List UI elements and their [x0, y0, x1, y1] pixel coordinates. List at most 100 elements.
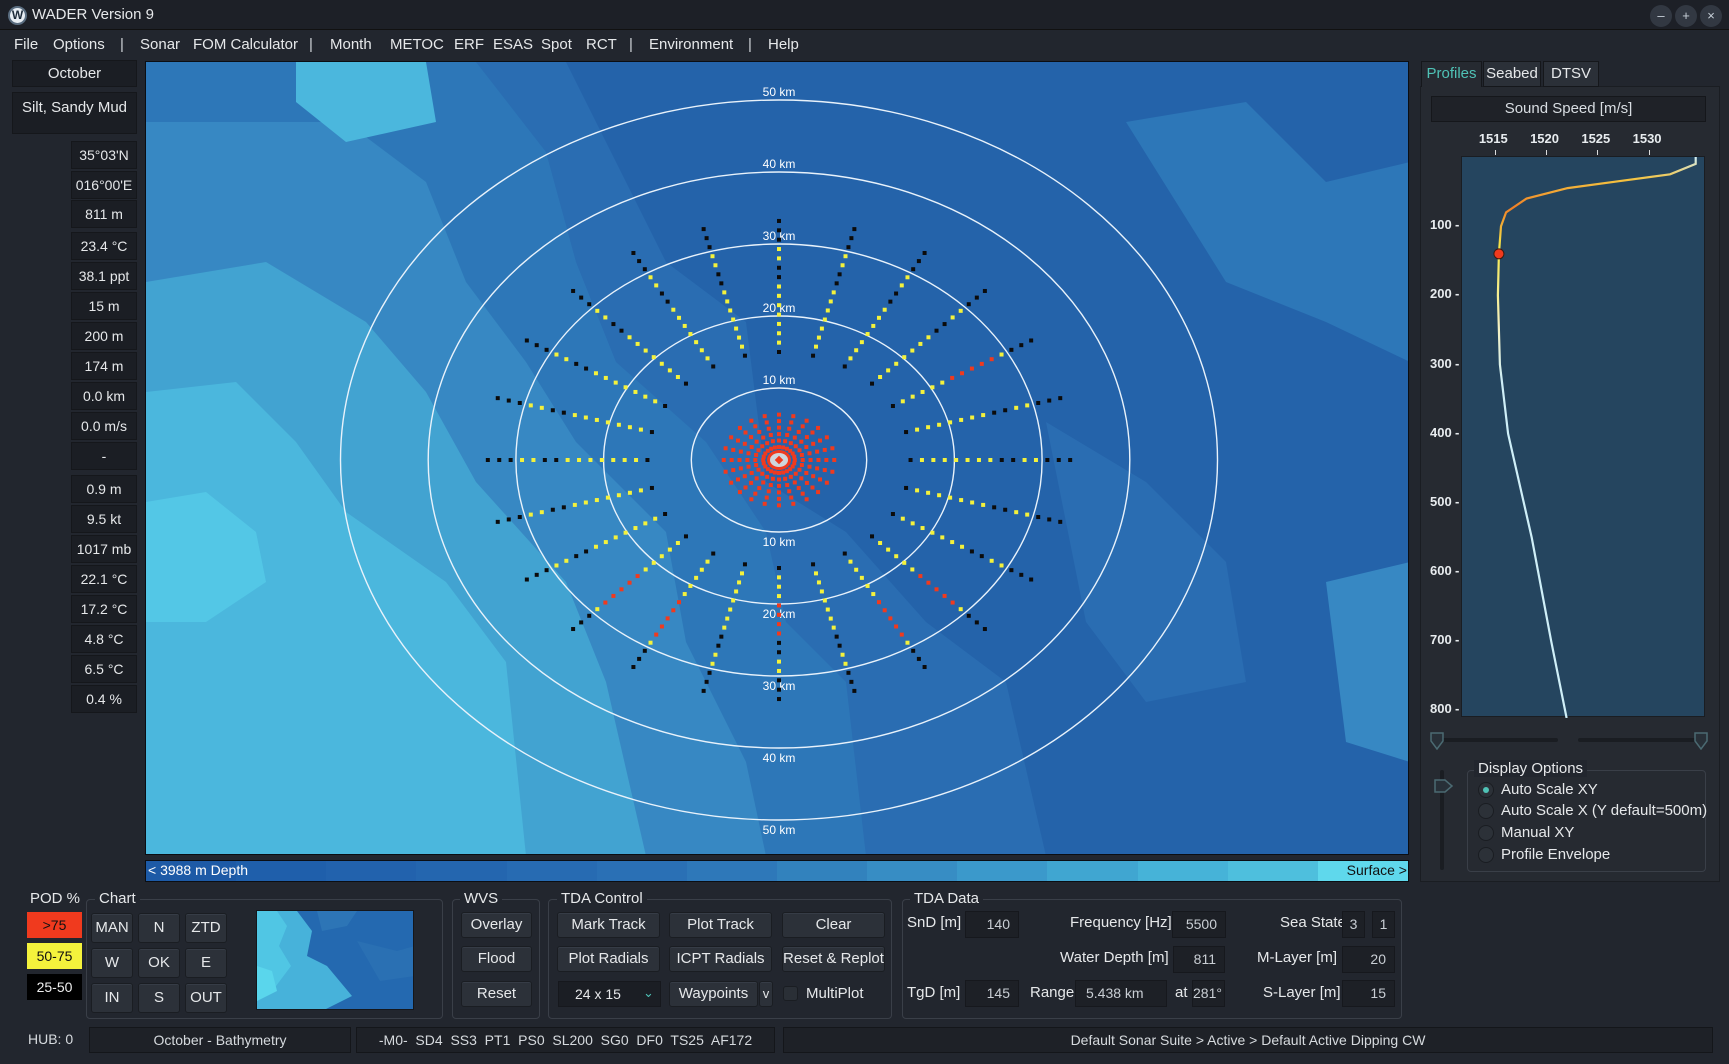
tactical-map[interactable]: 10 km 10 km 20 km 20 km 30 km 30 km 40 km 40 km… [145, 61, 1409, 855]
radial-point [966, 302, 971, 307]
menu-environment[interactable]: Environment [649, 36, 733, 53]
chart-nav-button-ztd[interactable]: ZTD [185, 913, 227, 943]
waypoints-menu-button[interactable]: v [759, 981, 773, 1007]
chart-nav-button-man[interactable]: MAN [91, 913, 133, 943]
param-value: 200 m [71, 322, 137, 350]
flood-button[interactable]: Flood [461, 946, 532, 972]
radial-point [828, 299, 833, 304]
menu-rct[interactable]: RCT [586, 36, 617, 53]
snd-field[interactable]: 140 [965, 911, 1019, 938]
minimize-button[interactable]: – [1650, 5, 1672, 27]
radial-point [772, 470, 777, 475]
menu-metoc[interactable]: METOC [390, 36, 444, 53]
icpt-radials-button[interactable]: ICPT Radials [669, 946, 772, 972]
menu-sonar[interactable]: Sonar [140, 36, 180, 53]
radial-point [764, 420, 769, 425]
tab-profiles[interactable]: Profiles [1421, 61, 1482, 87]
x-max-slider-handle[interactable] [1693, 732, 1709, 750]
radial-point [649, 430, 654, 435]
y-tick-mark: - [1455, 493, 1460, 509]
menu-spot[interactable]: Spot [541, 36, 572, 53]
plot-track-button[interactable]: Plot Track [669, 912, 772, 938]
mark-track-button[interactable]: Mark Track [557, 912, 660, 938]
menu-file[interactable]: File [14, 36, 38, 53]
menu-month[interactable]: Month [330, 36, 372, 53]
frequency-field[interactable]: 5500 [1172, 911, 1226, 938]
radial-point [1025, 403, 1030, 408]
radial-point [1011, 458, 1016, 462]
radio-auto-scale-xy[interactable] [1478, 782, 1494, 798]
radial-point [762, 414, 767, 419]
chart-nav-button-out[interactable]: OUT [185, 983, 227, 1013]
radial-point [777, 483, 781, 488]
chart-nav-button-in[interactable]: IN [91, 983, 133, 1013]
overlay-button[interactable]: Overlay [461, 912, 532, 938]
s-layer-field[interactable]: 15 [1342, 980, 1395, 1007]
tab-dtsv[interactable]: DTSV [1543, 61, 1599, 87]
plot-radials-button[interactable]: Plot Radials [557, 946, 660, 972]
radial-point [688, 583, 693, 588]
minimap-canvas [257, 911, 413, 1009]
waypoints-button[interactable]: Waypoints [669, 981, 758, 1007]
radial-point [544, 347, 549, 352]
radial-grid-select[interactable]: 24 x 15 ⌄ [558, 981, 661, 1007]
radial-point [777, 594, 781, 599]
radial-point [865, 583, 870, 588]
radial-point [554, 563, 559, 568]
radial-point [979, 554, 984, 559]
clear-button[interactable]: Clear [782, 912, 885, 938]
radial-point [671, 608, 676, 613]
m-layer-field[interactable]: 20 [1342, 946, 1395, 973]
sound-speed-title: Sound Speed [m/s] [1431, 96, 1706, 122]
sound-speed-plot[interactable] [1461, 156, 1705, 718]
multiplot-checkbox[interactable] [783, 986, 798, 1001]
wvs-reset-button[interactable]: Reset [461, 981, 532, 1007]
y-slider-handle[interactable] [1434, 778, 1454, 794]
radial-point [777, 412, 781, 417]
sea-state-field-a[interactable]: 3 [1342, 911, 1365, 938]
radial-point [561, 410, 566, 415]
x-min-slider-handle[interactable] [1429, 732, 1445, 750]
menu-esas[interactable]: ESAS [493, 36, 533, 53]
menu-help[interactable]: Help [768, 36, 799, 53]
x-min-slider-track[interactable] [1438, 738, 1558, 742]
chart-nav-button-ok[interactable]: OK [138, 948, 180, 978]
chart-nav-button-n[interactable]: N [138, 913, 180, 943]
radial-point [854, 348, 859, 353]
radial-point [926, 580, 931, 585]
chart-nav-button-e[interactable]: E [185, 948, 227, 978]
map-canvas[interactable]: 10 km10 km20 km20 km30 km30 km40 km40 km… [146, 62, 1409, 855]
radio-manual-xy[interactable] [1478, 825, 1494, 841]
radial-point [642, 267, 647, 272]
radial-point [902, 560, 907, 565]
x-max-slider-track[interactable] [1578, 738, 1706, 742]
radial-point [623, 385, 628, 390]
title-bar [0, 0, 1729, 30]
close-button[interactable]: × [1700, 5, 1722, 27]
radio-auto-scale-x[interactable] [1478, 803, 1494, 819]
radial-point [840, 263, 845, 268]
menu-fom-calculator[interactable]: FOM Calculator [193, 36, 298, 53]
x-tick-mark [1597, 150, 1599, 155]
menu-erf[interactable]: ERF [454, 36, 484, 53]
tgd-field[interactable]: 145 [965, 980, 1019, 1007]
reset-replot-button[interactable]: Reset & Replot [782, 946, 885, 972]
radial-point [574, 554, 579, 559]
radial-point [742, 353, 747, 358]
radial-point [822, 468, 827, 473]
maximize-button[interactable]: + [1675, 5, 1697, 27]
sea-state-field-b[interactable]: 1 [1372, 911, 1395, 938]
radial-point [819, 589, 824, 594]
radio-profile-envelope[interactable] [1478, 847, 1494, 863]
param-value: 38.1 ppt [71, 262, 137, 290]
overview-minimap[interactable] [256, 910, 414, 1010]
radial-point [777, 303, 781, 308]
tab-seabed[interactable]: Seabed [1483, 61, 1541, 87]
radial-point [796, 429, 801, 434]
radial-point [579, 620, 584, 625]
radial-point [787, 426, 792, 431]
menu-options[interactable]: Options [53, 36, 105, 53]
chart-nav-button-w[interactable]: W [91, 948, 133, 978]
radial-point [894, 291, 899, 296]
chart-nav-button-s[interactable]: S [138, 983, 180, 1013]
